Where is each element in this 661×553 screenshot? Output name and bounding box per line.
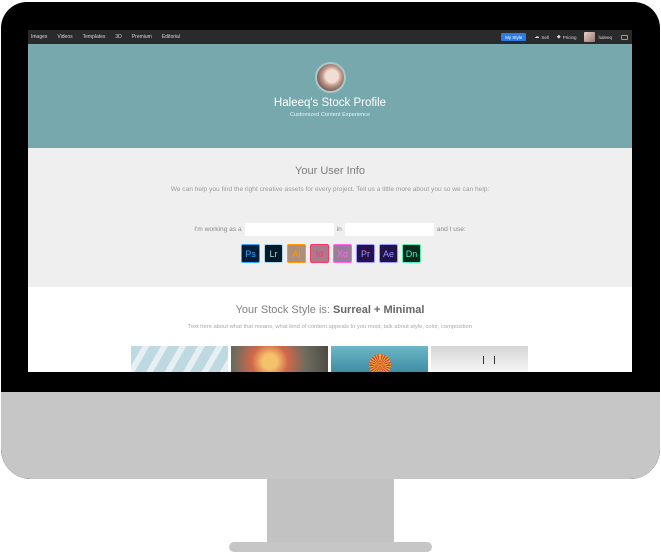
after-effects-icon[interactable]: Ae <box>379 244 398 263</box>
monitor-stand-base <box>229 542 432 552</box>
profile-subtitle: Customized Content Experience <box>289 112 371 118</box>
stock-style-value: Surreal + Minimal <box>333 304 425 316</box>
nav-link-editorial[interactable]: Editorial <box>162 34 180 40</box>
dimension-icon[interactable]: Dn <box>402 244 421 263</box>
premiere-icon[interactable]: Pr <box>356 244 375 263</box>
photoshop-icon[interactable]: Ps <box>241 244 260 263</box>
nav-link-images[interactable]: Images <box>31 34 47 40</box>
tag-icon: ◆ <box>556 34 561 40</box>
illustrator-icon[interactable]: Ai <box>287 244 306 263</box>
style-thumbnails <box>131 346 528 372</box>
stock-style-section: Your Stock Style is: Surreal + Minimal T… <box>28 287 632 372</box>
profile-avatar <box>315 62 346 93</box>
in-label: in <box>336 226 342 233</box>
nav-right: My Style ☁ Sell ◆ Pricing haleeq <box>501 30 628 44</box>
sell-link[interactable]: ☁ Sell <box>534 34 549 40</box>
sell-label: Sell <box>541 34 549 40</box>
lightroom-icon[interactable]: Lr <box>264 244 283 263</box>
monitor-stand-neck <box>267 479 394 542</box>
app-selector: Ps Lr Ai Id Xd Pr Ae Dn <box>241 244 421 263</box>
user-info-description: We can help you find the right creative … <box>170 186 490 193</box>
my-style-button[interactable]: My Style <box>501 33 527 41</box>
monitor-chin <box>1 392 660 479</box>
stock-style-prefix: Your Stock Style is: <box>235 304 333 316</box>
xd-icon[interactable]: Xd <box>333 244 352 263</box>
user-menu[interactable]: haleeq <box>598 35 612 40</box>
cloud-icon: ☁ <box>534 34 540 40</box>
top-navbar: Images Videos Templates 3D Premium Edito… <box>28 30 632 44</box>
nav-link-premium[interactable]: Premium <box>132 34 152 40</box>
thumbnail-image[interactable] <box>331 346 428 372</box>
thumbnail-image[interactable] <box>431 346 528 372</box>
screen: Images Videos Templates 3D Premium Edito… <box>28 30 632 372</box>
user-info-section: Your User Info We can help you find the … <box>28 148 632 287</box>
notifications-icon[interactable] <box>621 34 628 40</box>
nav-link-3d[interactable]: 3D <box>115 34 121 40</box>
profile-title: Haleeq's Stock Profile <box>273 97 387 109</box>
nav-link-templates[interactable]: Templates <box>83 34 106 40</box>
and-i-use-label: and I use: <box>436 226 466 233</box>
thumbnail-image[interactable] <box>131 346 228 372</box>
pricing-link[interactable]: ◆ Pricing <box>557 34 577 40</box>
stock-style-description: Text here about what that means, what ki… <box>188 324 472 330</box>
nav-link-videos[interactable]: Videos <box>57 34 72 40</box>
user-avatar[interactable] <box>584 32 596 42</box>
industry-input[interactable] <box>344 223 434 236</box>
pricing-label: Pricing <box>562 34 577 40</box>
role-input[interactable] <box>244 223 334 236</box>
thumbnail-image[interactable] <box>231 346 328 372</box>
profile-hero: Haleeq's Stock Profile Customized Conten… <box>28 44 632 148</box>
stock-style-title: Your Stock Style is: Surreal + Minimal <box>28 304 632 316</box>
indesign-icon[interactable]: Id <box>310 244 329 263</box>
user-info-form: I'm working as a in and I use: <box>28 223 632 236</box>
nav-links: Images Videos Templates 3D Premium Edito… <box>31 34 190 40</box>
user-info-title: Your User Info <box>295 165 365 177</box>
working-as-label: I'm working as a <box>194 226 242 233</box>
